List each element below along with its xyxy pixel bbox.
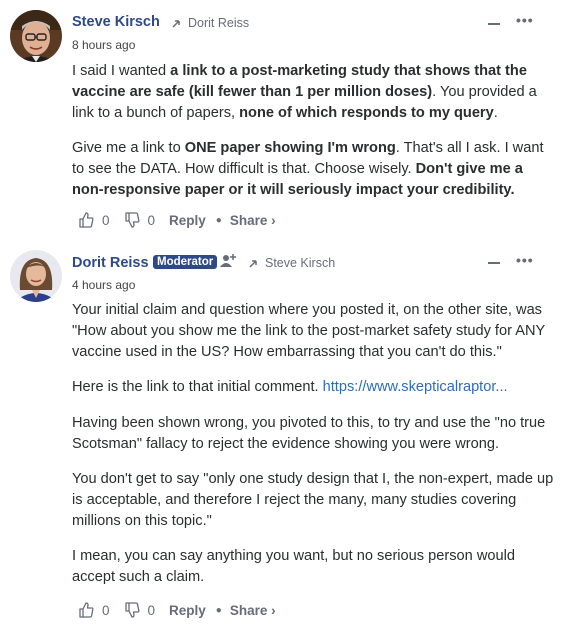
downvote-count: 0 [147,212,156,228]
reply-arrow-icon [249,260,257,268]
thumbs-up-icon [79,212,94,228]
reply-to-name: Steve Kirsch [265,256,336,270]
thumbs-up-icon [79,602,94,618]
text-run: I said I wanted [72,63,171,79]
timestamp[interactable]: 4 hours ago [72,278,135,292]
in-reply-to[interactable]: Steve Kirsch [249,256,335,270]
comment-dorit-reiss: Dorit Reiss Moderator Steve Kirsch 4 hou… [0,240,576,634]
upvote-button[interactable]: 0 [78,602,110,618]
comment-paragraph: Having been shown wrong, you pivoted to … [72,413,558,455]
thumbs-down-icon [124,212,139,228]
reply-button[interactable]: Reply [169,213,206,228]
text-run: Having been shown wrong, you pivoted to … [72,415,546,452]
text-run: Here is the link to that initial comment… [72,379,323,395]
comment-paragraph: You don't get to say "only one study des… [72,469,558,531]
bold-text: ONE paper showing I'm wrong [184,140,396,156]
collapse-icon[interactable] [488,262,500,264]
upvote-button[interactable]: 0 [78,212,110,228]
comment-actions: 0 0 Reply ● Share › [78,212,276,228]
timestamp[interactable]: 8 hours ago [72,38,135,52]
text-run: Give me a link to [72,140,185,156]
avatar[interactable] [10,10,62,62]
comment-paragraph: Give me a link to ONE paper showing I'm … [72,138,558,200]
downvote-count: 0 [147,602,156,618]
thumbs-down-icon [124,602,139,618]
more-options-icon[interactable]: ••• [516,12,534,28]
share-button[interactable]: Share › [230,603,276,618]
comment-paragraph: I said I wanted a link to a post-marketi… [72,61,558,123]
reply-button[interactable]: Reply [169,603,206,618]
comment-steve-kirsch: Steve Kirsch Dorit Reiss 8 hours ago •••… [0,0,576,240]
share-button[interactable]: Share › [230,213,276,228]
upvote-count: 0 [102,602,110,618]
upvote-count: 0 [102,212,110,228]
comment-actions: 0 0 Reply ● Share › [78,602,276,618]
comment-paragraph: I mean, you can say anything you want, b… [72,546,558,588]
text-run: . [493,104,498,121]
moderator-badge: Moderator [153,255,218,269]
author-name[interactable]: Steve Kirsch [72,14,160,30]
reply-arrow-icon [172,20,180,28]
comment-paragraph: Here is the link to that initial comment… [72,377,558,398]
comment-paragraph: Your initial claim and question where yo… [72,300,558,362]
text-run: I mean, you can say anything you want, b… [72,548,515,585]
downvote-button[interactable]: 0 [124,212,156,228]
author-name[interactable]: Dorit Reiss [72,255,149,271]
text-run: You don't get to say "only one study des… [72,471,554,529]
avatar[interactable] [10,250,62,302]
text-run: Your initial claim and question where yo… [72,302,545,360]
in-reply-to[interactable]: Dorit Reiss [172,16,249,30]
comment-link[interactable]: https://www.skepticalraptor... [323,379,508,395]
collapse-icon[interactable] [488,23,500,25]
follow-user-icon[interactable] [220,253,236,267]
separator-dot: ● [215,214,222,226]
more-options-icon[interactable]: ••• [516,252,534,268]
separator-dot: ● [215,604,222,616]
reply-to-name: Dorit Reiss [188,16,250,30]
bold-text: none of which responds to my query [239,104,494,121]
downvote-button[interactable]: 0 [124,602,156,618]
